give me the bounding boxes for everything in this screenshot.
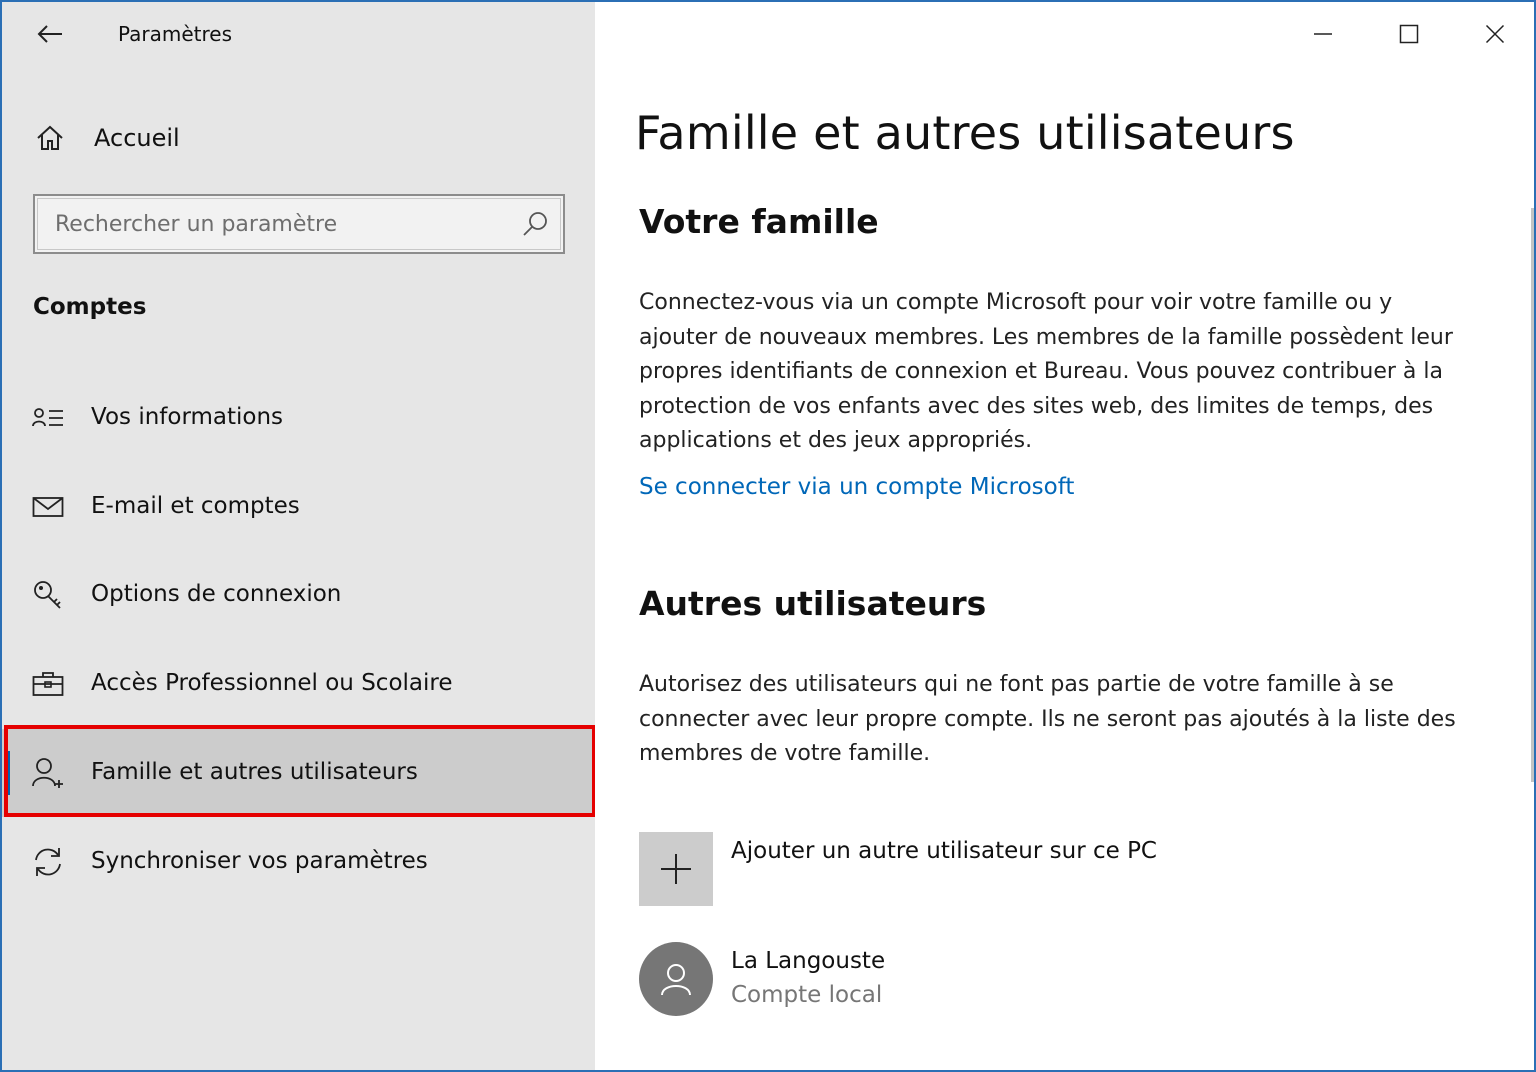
add-user-tile xyxy=(639,832,713,906)
briefcase-icon xyxy=(30,666,66,702)
close-button[interactable] xyxy=(1452,2,1534,66)
family-heading: Votre famille xyxy=(639,202,879,241)
home-label: Accueil xyxy=(94,124,180,152)
key-icon xyxy=(30,577,66,613)
close-icon xyxy=(1485,24,1505,44)
microsoft-signin-link[interactable]: Se connecter via un compte Microsoft xyxy=(639,474,1074,500)
sidebar: Paramètres Accueil Comptes xyxy=(2,2,596,1070)
back-button[interactable] xyxy=(30,16,70,52)
main-content: Famille et autres utilisateurs Votre fam… xyxy=(595,2,1534,1070)
minimize-button[interactable] xyxy=(1280,2,1366,66)
back-arrow-icon xyxy=(37,25,62,43)
user-texts: La Langouste Compte local xyxy=(731,948,885,1018)
search-input[interactable] xyxy=(35,197,505,251)
other-users-description: Autorisez des utilisateurs qui ne font p… xyxy=(639,672,1456,766)
page-title: Famille et autres utilisateurs xyxy=(635,106,1295,160)
plus-icon xyxy=(661,854,691,884)
maximize-button[interactable] xyxy=(1366,2,1452,66)
maximize-icon xyxy=(1399,24,1419,44)
person-icon xyxy=(661,964,691,996)
sidebar-item-label: Famille et autres utilisateurs xyxy=(91,759,418,785)
sidebar-item-label: E-mail et comptes xyxy=(91,493,300,519)
sidebar-item-label: Synchroniser vos paramètres xyxy=(91,848,428,874)
sidebar-item-acces-professionnel[interactable]: Accès Professionnel ou Scolaire xyxy=(2,640,595,728)
sidebar-item-synchroniser[interactable]: Synchroniser vos paramètres xyxy=(2,818,595,906)
person-list-icon xyxy=(30,400,66,436)
user-entry[interactable]: La Langouste Compte local xyxy=(639,942,885,1018)
add-user-button[interactable]: Ajouter un autre utilisateur sur ce PC xyxy=(639,832,1157,906)
person-add-icon xyxy=(30,755,66,791)
window-controls xyxy=(1280,2,1534,66)
selection-accent-bar xyxy=(6,751,10,795)
sidebar-item-options-connexion[interactable]: Options de connexion xyxy=(2,551,595,639)
user-account-type: Compte local xyxy=(731,982,883,1008)
search-box[interactable] xyxy=(33,194,565,254)
sidebar-item-label: Options de connexion xyxy=(91,581,342,607)
sidebar-item-famille[interactable]: Famille et autres utilisateurs xyxy=(2,729,595,817)
home-icon xyxy=(32,120,68,156)
mail-icon xyxy=(30,489,66,525)
sidebar-item-email-comptes[interactable]: E-mail et comptes xyxy=(2,463,595,551)
sidebar-item-vos-informations[interactable]: Vos informations xyxy=(2,374,595,462)
scrollbar[interactable] xyxy=(1531,208,1534,782)
search-icon[interactable] xyxy=(521,210,549,238)
family-description: Connectez-vous via un compte Microsoft p… xyxy=(639,290,1453,453)
other-users-heading: Autres utilisateurs xyxy=(639,584,987,623)
sidebar-item-home[interactable]: Accueil xyxy=(32,114,180,162)
sidebar-item-label: Accès Professionnel ou Scolaire xyxy=(91,670,453,696)
minimize-icon xyxy=(1314,33,1332,35)
sidebar-item-label: Vos informations xyxy=(91,404,284,430)
app-title: Paramètres xyxy=(118,22,233,46)
settings-window: Paramètres Accueil Comptes xyxy=(0,0,1536,1072)
avatar xyxy=(639,942,713,1016)
add-user-label: Ajouter un autre utilisateur sur ce PC xyxy=(731,838,1157,864)
sync-icon xyxy=(30,844,66,880)
section-heading: Comptes xyxy=(33,294,147,320)
user-name: La Langouste xyxy=(731,948,886,974)
